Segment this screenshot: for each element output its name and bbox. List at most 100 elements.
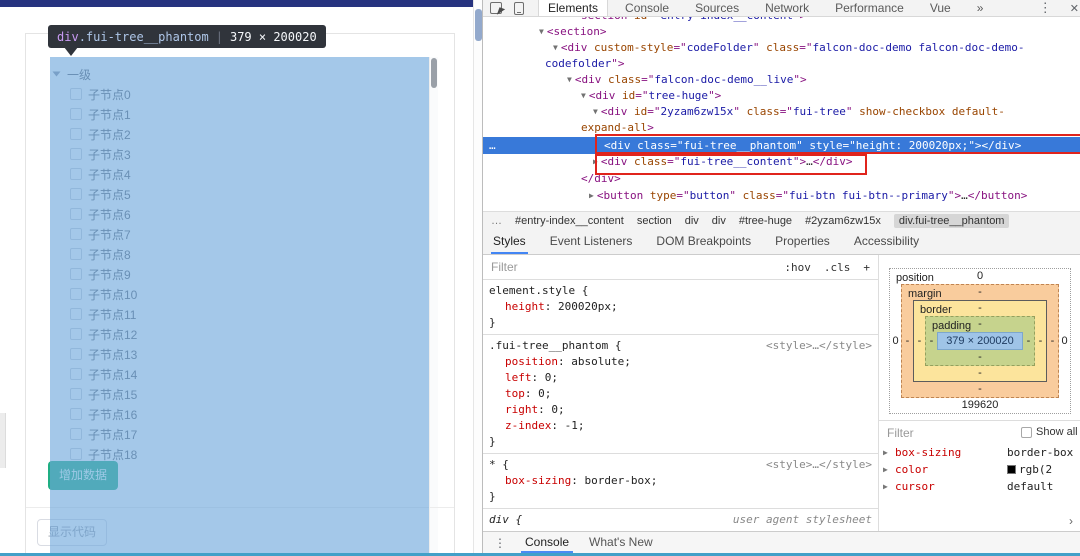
- styles-filter-bar: Filter :hov .cls +: [483, 255, 878, 280]
- breadcrumb-item[interactable]: #entry-index__content: [515, 215, 624, 227]
- elements-line[interactable]: ▼<div id="2yzam6zw15x" class="fui-tree" …: [593, 104, 1005, 120]
- devtools-tab-console[interactable]: Console: [616, 0, 678, 16]
- device-toolbar-icon[interactable]: [514, 2, 524, 15]
- computed-property-row[interactable]: ▶colorrgb(2: [879, 461, 1080, 478]
- elements-line[interactable]: ▼<div custom-style="codeFolder" class="f…: [553, 40, 1024, 56]
- inspect-element-icon[interactable]: [490, 2, 502, 14]
- expand-arrow-icon[interactable]: ▼: [553, 43, 561, 52]
- devtools-menu-kebab-icon[interactable]: ⋮: [1029, 0, 1062, 16]
- css-rule[interactable]: element.style {height: 200020px;}: [483, 280, 878, 335]
- css-rule-close: }: [489, 315, 870, 331]
- box-model-content[interactable]: 379 × 200020: [937, 332, 1023, 350]
- tab-accessibility[interactable]: Accessibility: [854, 229, 919, 254]
- drawer-tab-whatsnew[interactable]: What's New: [579, 532, 663, 553]
- expand-arrow-icon[interactable]: ▶: [883, 478, 888, 495]
- devtools-close-icon[interactable]: ✕: [1062, 2, 1080, 15]
- tab-styles[interactable]: Styles: [493, 229, 526, 254]
- elements-line[interactable]: expand-all>: [581, 120, 654, 136]
- computed-property-row[interactable]: ▶box-sizingborder-box: [879, 444, 1080, 461]
- css-rule[interactable]: div {user agent stylesheetdisplay: block…: [483, 509, 878, 531]
- expand-arrow-icon[interactable]: ▶: [593, 157, 601, 166]
- box-model-padding[interactable]: padding - - 379 × 200020 - -: [925, 316, 1035, 366]
- css-rule[interactable]: * {<style>…</style>box-sizing: border-bo…: [483, 454, 878, 509]
- expand-arrow-icon[interactable]: ▼: [581, 91, 589, 100]
- page-scrollbar-thumb[interactable]: [475, 9, 482, 41]
- css-property[interactable]: right: 0;: [489, 402, 870, 418]
- show-all-checkbox[interactable]: [1021, 427, 1032, 438]
- tooltip-arrow: [64, 47, 78, 56]
- chevron-right-icon[interactable]: ›: [1069, 514, 1073, 528]
- devtools-tab-vue[interactable]: Vue: [921, 0, 960, 16]
- breadcrumb: … #entry-index__content section div div #tree…: [483, 211, 1080, 229]
- metrics-sidebar: position 0 0 margin - - border - -: [878, 255, 1080, 531]
- elements-line[interactable]: ▶<div class="fui-tree__content">…</div>: [593, 154, 853, 170]
- css-rule-source-link[interactable]: <style>…</style>: [766, 338, 872, 354]
- page-scrollbar[interactable]: [473, 0, 482, 556]
- computed-property-name: cursor: [895, 480, 935, 493]
- box-model-position[interactable]: position 0 0 margin - - border - -: [889, 268, 1071, 414]
- computed-property-value: default: [1007, 478, 1080, 495]
- css-rule-selector: element.style {: [489, 283, 870, 299]
- breadcrumb-item[interactable]: #2yzam6zw15x: [805, 215, 881, 227]
- styles-control-hov[interactable]: :hov: [784, 261, 811, 274]
- css-rule-source-link[interactable]: <style>…</style>: [766, 457, 872, 473]
- drawer-menu-kebab-icon[interactable]: ⋮: [483, 536, 515, 550]
- elements-tree-panel: section id="entry-index__content">▼<sect…: [483, 0, 1080, 211]
- drawer-tab-console[interactable]: Console: [515, 532, 579, 553]
- computed-filter-input[interactable]: Filter: [887, 426, 914, 440]
- expand-arrow-icon[interactable]: ▶: [883, 444, 888, 461]
- tab-dom-breakpoints[interactable]: DOM Breakpoints: [656, 229, 751, 254]
- elements-line[interactable]: ▼<div id="tree-huge">: [581, 88, 721, 104]
- elements-line[interactable]: ▶<button type="button" class="fui-btn fu…: [589, 188, 1027, 204]
- box-model-border[interactable]: border - - padding - - 379 × 200020: [913, 300, 1047, 382]
- css-property[interactable]: height: 200020px;: [489, 299, 870, 315]
- breadcrumb-item[interactable]: div: [712, 215, 726, 227]
- css-property[interactable]: left: 0;: [489, 370, 870, 386]
- tab-properties[interactable]: Properties: [775, 229, 830, 254]
- expand-arrow-icon[interactable]: ▶: [883, 461, 888, 478]
- tooltip-dimensions: 379 × 200020: [230, 30, 317, 44]
- css-property[interactable]: top: 0;: [489, 386, 870, 402]
- devtools-tab-network[interactable]: Network: [756, 0, 818, 16]
- devtools-toolbar: Elements Console Sources Network Performance…: [483, 0, 1080, 17]
- elements-line[interactable]: ▼<section>: [539, 24, 606, 40]
- css-rule-source-link[interactable]: user agent stylesheet: [733, 512, 872, 528]
- devtools-tab-sources[interactable]: Sources: [686, 0, 748, 16]
- expand-arrow-icon[interactable]: ▼: [567, 75, 575, 84]
- expand-arrow-icon[interactable]: ▼: [593, 107, 601, 116]
- styles-filter-input[interactable]: Filter: [491, 260, 518, 274]
- tab-event-listeners[interactable]: Event Listeners: [550, 229, 633, 254]
- show-all-toggle[interactable]: Show all: [1021, 426, 1080, 438]
- styles-pane: Filter :hov .cls + element.style {height: …: [483, 255, 878, 531]
- expand-arrow-icon[interactable]: ▶: [589, 191, 597, 200]
- styles-filter-controls: :hov .cls +: [784, 261, 870, 274]
- css-property[interactable]: z-index: -1;: [489, 418, 870, 434]
- elements-line[interactable]: ▼<div class="falcon-doc-demo__live">: [567, 72, 807, 88]
- breadcrumb-item[interactable]: #tree-huge: [739, 215, 792, 227]
- elements-line-selected[interactable]: …<div class="fui-tree__phantom" style="h…: [483, 137, 1080, 154]
- elements-line[interactable]: </div>: [581, 171, 621, 187]
- tree-scrollbar-thumb[interactable]: [431, 58, 437, 88]
- devtools-tab-elements[interactable]: Elements: [538, 0, 608, 16]
- devtools-tab-[interactable]: »: [968, 0, 993, 16]
- color-swatch: [1007, 465, 1016, 474]
- styles-control-cls[interactable]: .cls: [824, 261, 851, 274]
- element-highlight-overlay: [50, 57, 429, 556]
- devtools-panel: section id="entry-index__content">▼<sect…: [482, 0, 1080, 556]
- css-rule[interactable]: .fui-tree__phantom {<style>…</style>posi…: [483, 335, 878, 454]
- breadcrumb-ellipsis[interactable]: …: [491, 215, 502, 227]
- elements-line[interactable]: codefolder">: [545, 56, 624, 72]
- styles-control-[interactable]: +: [863, 261, 870, 274]
- expand-arrow-icon[interactable]: ▼: [539, 27, 547, 36]
- breadcrumb-item[interactable]: section: [637, 215, 672, 227]
- css-property[interactable]: position: absolute;: [489, 354, 870, 370]
- tooltip-tag: div: [57, 30, 79, 44]
- breadcrumb-item[interactable]: div: [685, 215, 699, 227]
- css-property[interactable]: box-sizing: border-box;: [489, 473, 870, 489]
- box-model-margin[interactable]: margin - - border - - padding -: [901, 284, 1059, 398]
- breadcrumb-item[interactable]: div.fui-tree__phantom: [894, 214, 1010, 228]
- devtools-tab-performance[interactable]: Performance: [826, 0, 913, 16]
- tree-scrollbar[interactable]: [429, 57, 438, 556]
- hidden-siblings-ellipsis: …: [489, 137, 496, 154]
- computed-property-row[interactable]: ▶ cursor default: [879, 478, 1080, 495]
